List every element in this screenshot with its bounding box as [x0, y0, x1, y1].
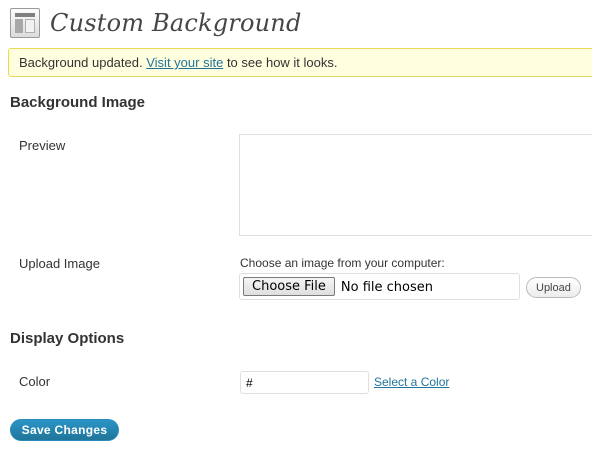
appearance-icon [10, 8, 40, 38]
background-image-heading: Background Image [10, 94, 146, 111]
upload-image-label: Upload Image [19, 256, 100, 271]
choose-file-button[interactable]: Choose File [243, 277, 335, 296]
visit-site-link[interactable]: Visit your site [146, 55, 223, 70]
background-preview [239, 134, 592, 236]
no-file-chosen-text: No file chosen [340, 280, 433, 295]
page-title: Custom Background [50, 9, 302, 37]
notice-text-before: Background updated. [19, 55, 143, 70]
notice-text-after: to see how it looks. [226, 55, 338, 70]
preview-label: Preview [19, 138, 66, 153]
color-input[interactable]: # [240, 371, 369, 394]
save-changes-button[interactable]: Save Changes [10, 419, 119, 441]
file-input[interactable]: Choose File No file chosen [239, 273, 520, 300]
upload-hint: Choose an image from your computer: [240, 256, 445, 270]
update-notice: Background updated. Visit your site to s… [8, 48, 592, 77]
color-label: Color [19, 374, 51, 389]
select-color-link[interactable]: Select a Color [374, 375, 449, 389]
page-header: Custom Background [10, 6, 302, 40]
display-options-heading: Display Options [10, 330, 125, 347]
upload-button[interactable]: Upload [526, 277, 581, 298]
